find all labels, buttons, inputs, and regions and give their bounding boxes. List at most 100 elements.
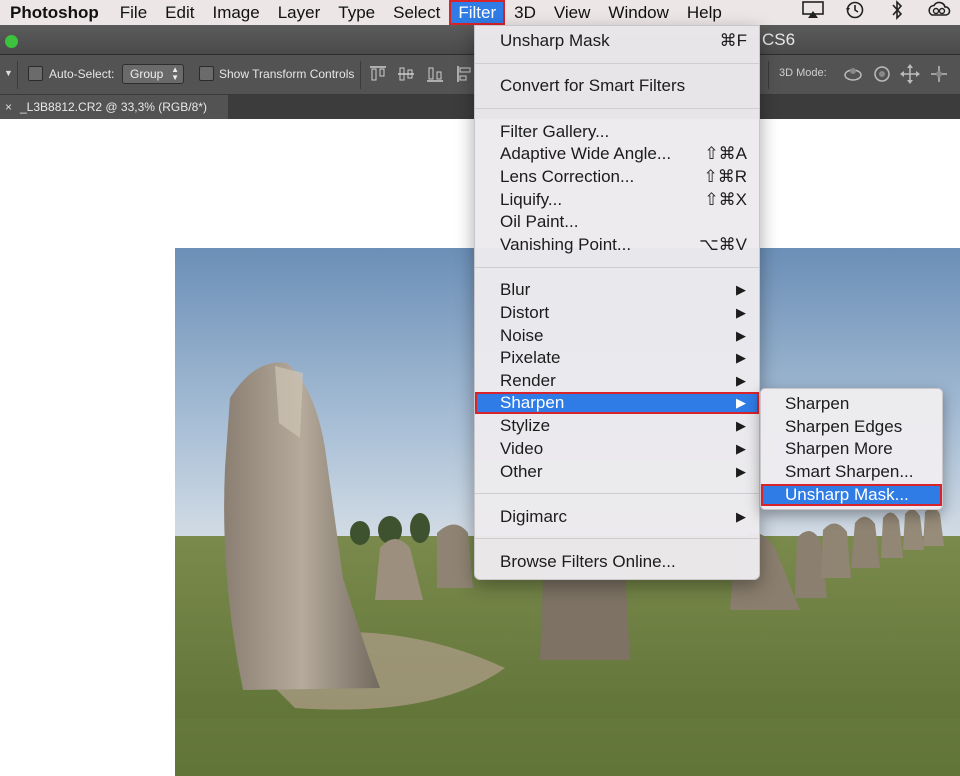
filter-item-video[interactable]: Video ▶ bbox=[475, 438, 759, 460]
filter-item-label: Other bbox=[500, 462, 543, 481]
filter-item-label: Browse Filters Online... bbox=[500, 552, 676, 571]
filter-item-label: Unsharp Mask bbox=[500, 31, 610, 50]
show-transform-checkbox[interactable] bbox=[199, 66, 214, 81]
filter-item-browse-online[interactable]: Browse Filters Online... bbox=[475, 551, 759, 573]
filter-item-label: Render bbox=[500, 371, 556, 390]
3d-mode-label: 3D Mode: bbox=[779, 67, 827, 79]
menu-separator bbox=[475, 63, 759, 64]
3d-pan-icon[interactable] bbox=[899, 63, 921, 85]
airplay-icon[interactable] bbox=[792, 1, 834, 24]
filter-item-other[interactable]: Other ▶ bbox=[475, 461, 759, 483]
shortcut-label: ⇧⌘A bbox=[704, 144, 747, 163]
submenu-arrow-icon: ▶ bbox=[736, 441, 746, 456]
filter-item-liquify[interactable]: Liquify... ⇧⌘X bbox=[475, 189, 759, 211]
menu-view[interactable]: View bbox=[545, 0, 600, 25]
filter-item-vanishing-point[interactable]: Vanishing Point... ⌥⌘V bbox=[475, 234, 759, 256]
filter-item-label: Liquify... bbox=[500, 190, 563, 209]
sharpen-item-smart-sharpen[interactable]: Smart Sharpen... bbox=[761, 461, 942, 483]
filter-menu: Unsharp Mask ⌘F Convert for Smart Filter… bbox=[474, 25, 760, 580]
3d-slide-icon[interactable] bbox=[928, 63, 950, 85]
filter-item-noise[interactable]: Noise ▶ bbox=[475, 325, 759, 347]
filter-item-pixelate[interactable]: Pixelate ▶ bbox=[475, 347, 759, 369]
sharpen-item-unsharp-mask[interactable]: Unsharp Mask... bbox=[761, 484, 942, 506]
align-vertical-centers-icon[interactable] bbox=[396, 64, 416, 84]
filter-item-label: Digimarc bbox=[500, 507, 568, 526]
filter-item-digimarc[interactable]: Digimarc ▶ bbox=[475, 506, 759, 528]
filter-item-blur[interactable]: Blur ▶ bbox=[475, 279, 759, 301]
filter-item-oil-paint[interactable]: Oil Paint... bbox=[475, 211, 759, 233]
mac-menu-bar: Photoshop File Edit Image Layer Type Sel… bbox=[0, 0, 960, 25]
menu-separator bbox=[475, 538, 759, 539]
zoom-window-button[interactable] bbox=[5, 35, 18, 48]
align-bottom-edges-icon[interactable] bbox=[425, 64, 445, 84]
submenu-arrow-icon: ▶ bbox=[736, 373, 746, 388]
status-icons bbox=[792, 0, 960, 25]
sharpen-item-sharpen-edges[interactable]: Sharpen Edges bbox=[761, 416, 942, 438]
document-tab[interactable]: × _L3B8812.CR2 @ 33,3% (RGB/8*) bbox=[0, 95, 228, 119]
show-transform-label: Show Transform Controls bbox=[219, 67, 355, 81]
options-separator bbox=[17, 61, 18, 89]
menu-3d[interactable]: 3D bbox=[505, 0, 545, 25]
sharpen-item-label: Unsharp Mask... bbox=[785, 485, 909, 504]
tool-preset-dropdown-icon[interactable]: ▼ bbox=[4, 68, 13, 78]
menu-separator bbox=[475, 493, 759, 494]
filter-item-label: Filter Gallery... bbox=[500, 122, 610, 141]
shortcut-label: ⌥⌘V bbox=[699, 235, 747, 254]
sharpen-item-label: Sharpen bbox=[785, 394, 850, 413]
submenu-arrow-icon: ▶ bbox=[736, 509, 746, 524]
3d-roll-icon[interactable] bbox=[871, 63, 893, 85]
options-separator bbox=[768, 61, 769, 89]
filter-item-label: Oil Paint... bbox=[500, 212, 579, 231]
menu-window[interactable]: Window bbox=[599, 0, 677, 25]
filter-item-label: Noise bbox=[500, 326, 544, 345]
auto-select-label: Auto-Select: bbox=[49, 67, 115, 81]
submenu-arrow-icon: ▶ bbox=[736, 328, 746, 343]
creative-cloud-icon[interactable] bbox=[918, 1, 960, 24]
close-tab-icon[interactable]: × bbox=[5, 95, 12, 119]
shortcut-label: ⇧⌘X bbox=[704, 190, 747, 209]
filter-item-label: Adaptive Wide Angle... bbox=[500, 144, 672, 163]
menu-file[interactable]: File bbox=[111, 0, 156, 25]
filter-item-sharpen[interactable]: Sharpen ▶ bbox=[475, 392, 759, 414]
auto-select-value: Group bbox=[130, 67, 164, 81]
auto-select-dropdown[interactable]: Group ▲ ▼ bbox=[122, 64, 184, 84]
sharpen-submenu: Sharpen Sharpen Edges Sharpen More Smart… bbox=[760, 388, 943, 510]
menu-help[interactable]: Help bbox=[678, 0, 731, 25]
menu-separator bbox=[475, 267, 759, 268]
filter-item-filter-gallery[interactable]: Filter Gallery... bbox=[475, 121, 759, 143]
filter-item-label: Video bbox=[500, 439, 544, 458]
window-title: CS6 bbox=[762, 30, 796, 49]
filter-item-lens-correction[interactable]: Lens Correction... ⇧⌘R bbox=[475, 166, 759, 188]
filter-item-last-filter[interactable]: Unsharp Mask ⌘F bbox=[475, 30, 759, 52]
menu-type[interactable]: Type bbox=[329, 0, 384, 25]
align-left-edges-icon[interactable] bbox=[455, 64, 475, 84]
filter-item-label: Stylize bbox=[500, 416, 551, 435]
menu-image[interactable]: Image bbox=[203, 0, 268, 25]
filter-item-label: Distort bbox=[500, 303, 550, 322]
menu-filter[interactable]: Filter bbox=[449, 0, 506, 25]
bluetooth-icon[interactable] bbox=[876, 0, 918, 25]
filter-item-adaptive-wide-angle[interactable]: Adaptive Wide Angle... ⇧⌘A bbox=[475, 143, 759, 165]
stepper-arrows-icon: ▲ ▼ bbox=[171, 65, 179, 82]
menu-photoshop[interactable]: Photoshop bbox=[0, 0, 111, 25]
document-tab-title: _L3B8812.CR2 @ 33,3% (RGB/8*) bbox=[20, 100, 207, 114]
filter-item-render[interactable]: Render ▶ bbox=[475, 370, 759, 392]
sharpen-item-sharpen[interactable]: Sharpen bbox=[761, 393, 942, 415]
filter-item-distort[interactable]: Distort ▶ bbox=[475, 302, 759, 324]
menu-separator bbox=[475, 108, 759, 109]
shortcut-label: ⌘F bbox=[719, 31, 747, 50]
sharpen-item-label: Sharpen Edges bbox=[785, 417, 903, 436]
filter-item-stylize[interactable]: Stylize ▶ bbox=[475, 415, 759, 437]
align-top-edges-icon[interactable] bbox=[368, 64, 388, 84]
time-machine-icon[interactable] bbox=[834, 0, 876, 25]
auto-select-checkbox[interactable] bbox=[28, 66, 43, 81]
sharpen-item-label: Sharpen More bbox=[785, 439, 893, 458]
sharpen-item-sharpen-more[interactable]: Sharpen More bbox=[761, 438, 942, 460]
filter-item-convert-smart-filters[interactable]: Convert for Smart Filters bbox=[475, 75, 759, 97]
menu-edit[interactable]: Edit bbox=[156, 0, 203, 25]
filter-item-label: Lens Correction... bbox=[500, 167, 635, 186]
menu-select[interactable]: Select bbox=[384, 0, 449, 25]
menu-layer[interactable]: Layer bbox=[269, 0, 330, 25]
3d-orbit-icon[interactable] bbox=[842, 63, 864, 85]
submenu-arrow-icon: ▶ bbox=[736, 395, 746, 410]
